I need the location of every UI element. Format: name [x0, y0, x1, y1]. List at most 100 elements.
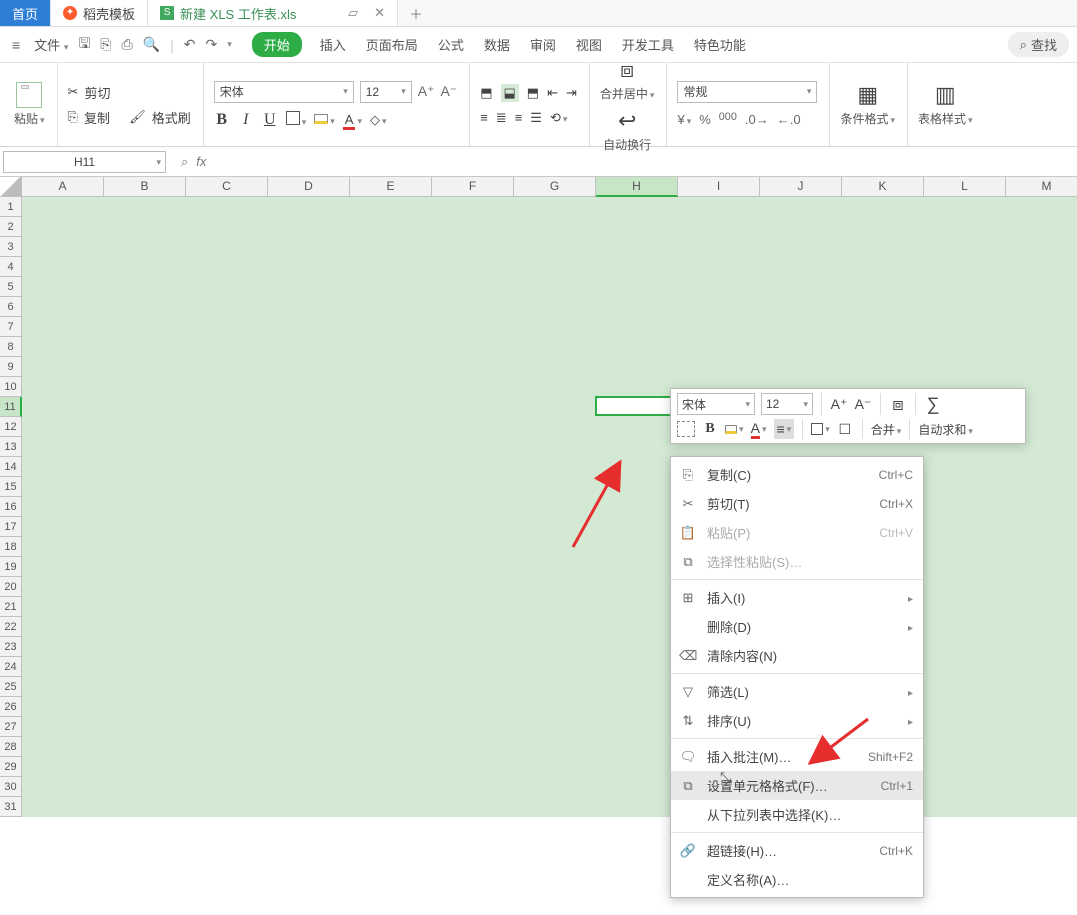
decrease-font-icon[interactable]: A⁻: [440, 83, 457, 100]
mini-bold-button[interactable]: B: [701, 419, 719, 439]
undo-icon[interactable]: ↶: [184, 36, 196, 53]
tab-home[interactable]: 首页: [0, 0, 51, 26]
mini-font-color-button[interactable]: A: [750, 419, 768, 439]
row-header[interactable]: 5: [0, 277, 22, 297]
row-header[interactable]: 31: [0, 797, 22, 817]
copy-button[interactable]: 复制: [84, 108, 110, 127]
ctx-insert-comment[interactable]: 🗨插入批注(M)…Shift+F2: [671, 742, 923, 771]
column-header[interactable]: J: [760, 177, 842, 197]
border-button[interactable]: [286, 111, 307, 128]
row-header[interactable]: 10: [0, 377, 22, 397]
row-header[interactable]: 20: [0, 577, 22, 597]
row-header[interactable]: 16: [0, 497, 22, 517]
ctx-filter[interactable]: ▽筛选(L): [671, 677, 923, 706]
name-box[interactable]: H11: [3, 151, 166, 173]
row-header[interactable]: 2: [0, 217, 22, 237]
brush-icon[interactable]: 🖌: [129, 109, 146, 125]
align-left-icon[interactable]: ≡: [480, 110, 488, 125]
row-header[interactable]: 11: [0, 397, 22, 417]
save-as-icon[interactable]: ⎘: [100, 36, 111, 53]
ctx-sort[interactable]: ⇅排序(U): [671, 706, 923, 735]
fx-icon[interactable]: fx: [196, 154, 206, 169]
row-header[interactable]: 8: [0, 337, 22, 357]
mini-autosum-button[interactable]: 自动求和: [918, 421, 973, 438]
row-header[interactable]: 22: [0, 617, 22, 637]
scissors-icon[interactable]: ✂: [68, 84, 79, 100]
select-all-corner[interactable]: [0, 177, 22, 197]
mini-merge-button[interactable]: 合并: [871, 421, 902, 438]
ribbon-tab-insert[interactable]: 插入: [318, 31, 348, 58]
mini-align-button[interactable]: ≡: [774, 419, 795, 439]
table-style-icon[interactable]: ▥: [935, 82, 956, 108]
merge-center-button[interactable]: 合并居中: [600, 85, 655, 102]
mini-fill-color-button[interactable]: [725, 419, 744, 439]
wrap-icon[interactable]: ↩: [618, 108, 636, 134]
mini-increase-font-icon[interactable]: A⁺: [830, 394, 848, 414]
zoom-fx-icon[interactable]: ⌕: [181, 154, 188, 170]
ribbon-tab-formula[interactable]: 公式: [436, 31, 466, 58]
row-headers[interactable]: 1234567891011121314151617181920212223242…: [0, 197, 22, 817]
align-top-icon[interactable]: ⬒: [480, 85, 492, 101]
align-right-icon[interactable]: ≡: [515, 110, 523, 125]
row-header[interactable]: 25: [0, 677, 22, 697]
column-header[interactable]: F: [432, 177, 514, 197]
search-box[interactable]: ⌕ 查找: [1008, 32, 1069, 57]
ctx-copy[interactable]: ⎘复制(C)Ctrl+C: [671, 460, 923, 489]
row-header[interactable]: 28: [0, 737, 22, 757]
column-header[interactable]: A: [22, 177, 104, 197]
font-size-combo[interactable]: 12▾: [360, 81, 412, 103]
ribbon-tab-view[interactable]: 视图: [574, 31, 604, 58]
ribbon-tab-special[interactable]: 特色功能: [692, 31, 748, 58]
row-header[interactable]: 29: [0, 757, 22, 777]
decrease-decimal-icon[interactable]: ←.0: [777, 112, 801, 127]
row-header[interactable]: 14: [0, 457, 22, 477]
formula-input[interactable]: [218, 151, 1077, 173]
copy-icon[interactable]: ⎘: [68, 109, 78, 125]
row-header[interactable]: 13: [0, 437, 22, 457]
indent-decrease-icon[interactable]: ⇤: [547, 85, 558, 101]
print-preview-icon[interactable]: 🔍: [143, 36, 160, 53]
align-center-icon[interactable]: ≣: [496, 110, 507, 126]
mini-size-combo[interactable]: 12▾: [761, 393, 813, 415]
ctx-define-name[interactable]: 定义名称(A)…: [671, 865, 923, 894]
row-header[interactable]: 21: [0, 597, 22, 617]
cond-format-button[interactable]: 条件格式: [840, 110, 895, 127]
ribbon-tab-layout[interactable]: 页面布局: [364, 31, 420, 58]
format-painter-button[interactable]: 格式刷: [152, 108, 191, 127]
comma-icon[interactable]: 000: [719, 111, 737, 128]
ribbon-tab-data[interactable]: 数据: [482, 31, 512, 58]
merge-icon[interactable]: ⧈: [620, 57, 634, 83]
increase-decimal-icon[interactable]: .0→: [745, 112, 769, 127]
ribbon-tab-developer[interactable]: 开发工具: [620, 31, 676, 58]
row-header[interactable]: 23: [0, 637, 22, 657]
column-header[interactable]: L: [924, 177, 1006, 197]
mini-merge-icon[interactable]: ⧈: [889, 394, 907, 414]
mini-font-combo[interactable]: 宋体▾: [677, 393, 755, 415]
font-color-button[interactable]: A: [343, 112, 362, 127]
orientation-icon[interactable]: ⟲: [550, 110, 567, 126]
justify-icon[interactable]: ☰: [530, 110, 542, 126]
column-header[interactable]: E: [350, 177, 432, 197]
row-header[interactable]: 26: [0, 697, 22, 717]
bold-button[interactable]: B: [214, 111, 230, 129]
row-header[interactable]: 15: [0, 477, 22, 497]
table-style-button[interactable]: 表格样式: [918, 110, 973, 127]
ctx-delete[interactable]: 删除(D): [671, 612, 923, 641]
window-restore-icon[interactable]: ▱: [348, 5, 358, 21]
increase-font-icon[interactable]: A⁺: [418, 83, 435, 100]
more-quick-icon[interactable]: ▾: [227, 39, 232, 50]
row-header[interactable]: 6: [0, 297, 22, 317]
fill-color-button[interactable]: [314, 112, 335, 127]
tab-document[interactable]: S 新建 XLS 工作表.xls ▱ ✕: [148, 0, 398, 26]
row-header[interactable]: 1: [0, 197, 22, 217]
clear-format-button[interactable]: ◇: [370, 112, 387, 128]
selected-cell[interactable]: [595, 396, 677, 416]
ctx-format-cells[interactable]: ⧉设置单元格格式(F)…Ctrl+1: [671, 771, 923, 800]
mini-select-icon[interactable]: [677, 421, 695, 437]
column-header[interactable]: M: [1006, 177, 1077, 197]
ctx-clear[interactable]: ⌫清除内容(N): [671, 641, 923, 670]
percent-icon[interactable]: %: [699, 112, 711, 127]
row-header[interactable]: 18: [0, 537, 22, 557]
row-header[interactable]: 19: [0, 557, 22, 577]
row-header[interactable]: 27: [0, 717, 22, 737]
